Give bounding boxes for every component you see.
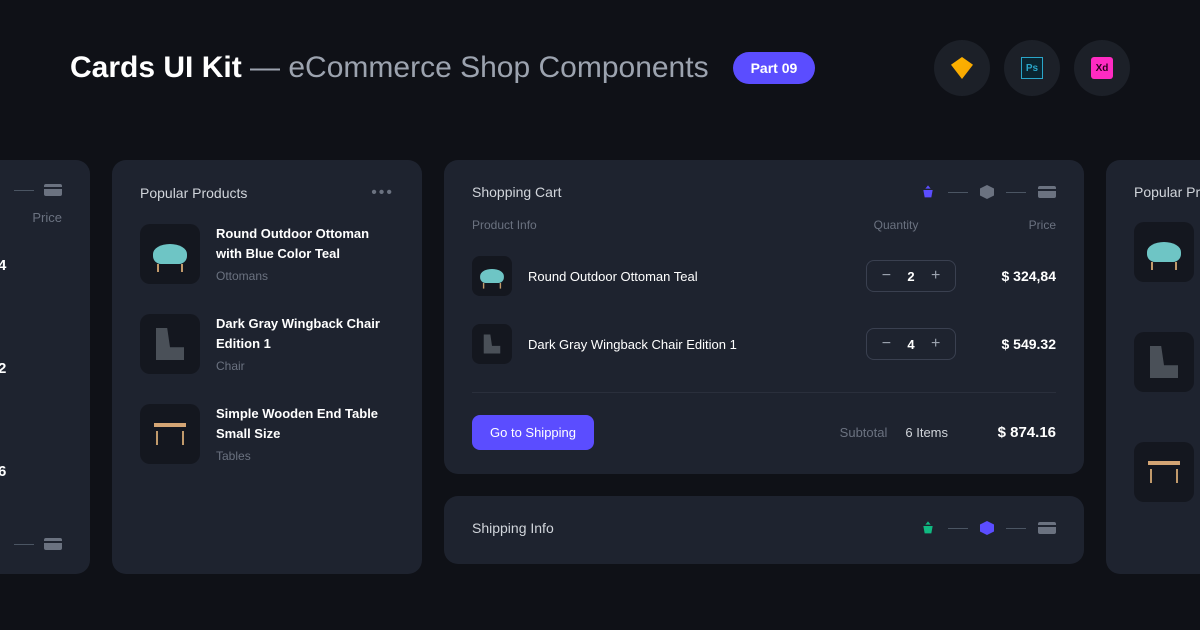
col-product-info: Product Info [472, 218, 836, 232]
qty-value: 4 [907, 337, 914, 352]
popular-products-card: Popular Products ••• Round Outdoor Ottom… [112, 160, 422, 574]
product-name: Simple Wooden End Table Small Size [216, 404, 394, 443]
card-title: Popular Pr [1134, 184, 1200, 200]
col-price: Price [956, 218, 1056, 232]
subtotal-label: Subtotal [840, 425, 888, 440]
xd-icon: Xd [1074, 40, 1130, 96]
cart-item-name: Round Outdoor Ottoman Teal [528, 269, 866, 284]
qty-minus-button[interactable]: − [879, 267, 893, 285]
cart-thumb [472, 324, 512, 364]
shipping-info-card: Shipping Info [444, 496, 1084, 564]
product-item[interactable]: Dark Gray Wingback Chair Edition 1 Chair [140, 314, 394, 374]
product-thumb [140, 224, 200, 284]
price-value: $ 549.32 [0, 360, 62, 377]
price-value: $ 874.16 [0, 463, 62, 480]
product-item[interactable] [1134, 332, 1200, 392]
part-badge: Part 09 [733, 52, 816, 84]
qty-value: 2 [907, 269, 914, 284]
step-line [1006, 528, 1026, 529]
product-category: Chair [216, 359, 394, 373]
cart-item-price: $ 549.32 [956, 336, 1056, 352]
credit-card-icon [1038, 522, 1056, 534]
card-title: Popular Products [140, 185, 247, 201]
quantity-stepper[interactable]: − 2 + [866, 260, 956, 292]
page-title: Cards UI Kit — eCommerce Shop Components [70, 51, 709, 85]
product-thumb [140, 314, 200, 374]
basket-icon [920, 184, 936, 200]
card-title: Shopping Cart [472, 184, 562, 200]
price-header: Price [0, 210, 62, 225]
product-item[interactable]: Simple Wooden End Table Small Size Table… [140, 404, 394, 464]
shopping-cart-card: Shopping Cart Product Info Quantity Pric… [444, 160, 1084, 474]
product-item[interactable]: Round Outdoor Ottoman with Blue Color Te… [140, 224, 394, 284]
cart-item-name: Dark Gray Wingback Chair Edition 1 [528, 337, 866, 352]
cart-row: Dark Gray Wingback Chair Edition 1 − 4 +… [472, 324, 1056, 364]
product-name: Round Outdoor Ottoman with Blue Color Te… [216, 224, 394, 263]
go-to-shipping-button[interactable]: Go to Shipping [472, 415, 594, 450]
product-thumb [1134, 222, 1194, 282]
price-card-left: Price $ 324,84 $ 549.32 $ 874.16 [0, 160, 90, 574]
photoshop-icon: Ps [1004, 40, 1060, 96]
cart-thumb [472, 256, 512, 296]
card-title: Shipping Info [472, 520, 554, 536]
step-line [1006, 192, 1026, 193]
product-name: Dark Gray Wingback Chair Edition 1 [216, 314, 394, 353]
cart-row: Round Outdoor Ottoman Teal − 2 + $ 324,8… [472, 256, 1056, 296]
sketch-icon [934, 40, 990, 96]
product-category: Ottomans [216, 269, 394, 283]
price-value: $ 324,84 [0, 257, 62, 274]
basket-icon [920, 520, 936, 536]
credit-card-icon [1038, 186, 1056, 198]
qty-minus-button[interactable]: − [879, 335, 893, 353]
qty-plus-button[interactable]: + [929, 335, 943, 353]
product-thumb [1134, 442, 1194, 502]
product-thumb [1134, 332, 1194, 392]
qty-plus-button[interactable]: + [929, 267, 943, 285]
popular-products-card-right: Popular Pr [1106, 160, 1200, 574]
quantity-stepper[interactable]: − 4 + [866, 328, 956, 360]
box-icon [980, 185, 994, 199]
product-item[interactable] [1134, 442, 1200, 502]
credit-card-icon [44, 538, 62, 550]
product-item[interactable] [1134, 222, 1200, 282]
more-button[interactable]: ••• [371, 184, 394, 202]
step-line [948, 192, 968, 193]
cart-item-price: $ 324,84 [956, 268, 1056, 284]
product-category: Tables [216, 449, 394, 463]
subtotal-items: 6 Items [905, 425, 948, 440]
subtotal-total: $ 874.16 [966, 424, 1056, 441]
credit-card-icon [44, 184, 62, 196]
product-thumb [140, 404, 200, 464]
step-line [948, 528, 968, 529]
col-quantity: Quantity [836, 218, 956, 232]
box-icon [980, 521, 994, 535]
